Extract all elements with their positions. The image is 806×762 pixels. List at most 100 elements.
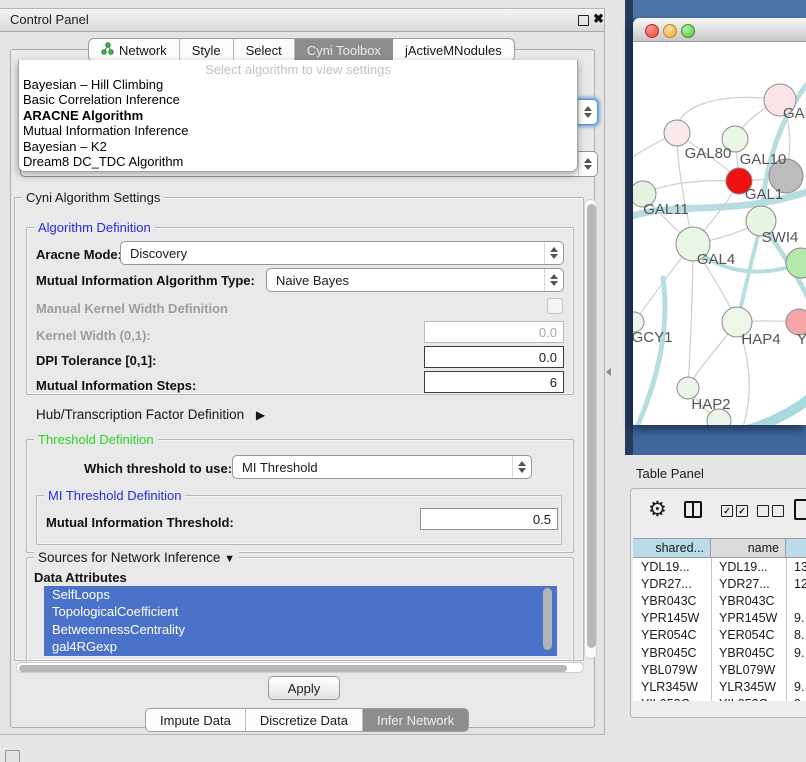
minimize-traffic-light-icon[interactable] xyxy=(663,24,677,38)
network-view-window[interactable]: GALGAL80GAL10GAL1GAL11SWI4GAL4GCY1HAP4YH… xyxy=(633,18,806,425)
tab-discretize-data[interactable]: Discretize Data xyxy=(246,709,363,731)
list-item[interactable]: TopologicalCoefficient xyxy=(44,603,557,620)
table-cell[interactable]: YLR345W xyxy=(633,678,711,695)
node-label: GAL1 xyxy=(745,186,783,203)
algorithm-option-bayesian-hill-climbing[interactable]: Bayesian – Hill Climbing xyxy=(19,77,577,92)
column-header-name[interactable]: name xyxy=(711,539,786,558)
tab-style[interactable]: Style xyxy=(180,39,234,61)
aracne-mode-label: Aracne Mode: xyxy=(36,247,122,262)
table-cell[interactable]: 9 xyxy=(786,696,806,701)
algorithm-definition-title: Algorithm Definition xyxy=(34,220,155,235)
tab-jactivemnodules[interactable]: jActiveMNodules xyxy=(393,39,514,61)
table-cell[interactable]: 8. xyxy=(786,627,806,644)
table-cell[interactable]: 9. xyxy=(786,678,806,695)
table-cell[interactable]: 9. xyxy=(786,610,806,627)
dpi-tolerance-field[interactable]: 0.0 xyxy=(424,346,564,368)
sources-title[interactable]: Sources for Network Inference ▼ xyxy=(34,550,239,565)
application-root: Control Panel ✖ Network xyxy=(0,0,806,762)
table-cell[interactable]: YBR043C xyxy=(711,592,786,609)
table-cell[interactable]: YER054C xyxy=(711,627,786,644)
tab-infer-network[interactable]: Infer Network xyxy=(363,709,468,731)
table-cell[interactable]: YPR145W xyxy=(633,610,711,627)
stepper-icon xyxy=(578,152,597,176)
gear-icon[interactable]: ⚙ xyxy=(648,497,667,522)
column-header-shared-name[interactable]: shared... xyxy=(633,539,711,558)
table-cell[interactable]: YBL079W xyxy=(711,661,786,678)
table-cell[interactable]: YER054C xyxy=(633,627,711,644)
network-window-titlebar[interactable] xyxy=(633,18,806,42)
table-cell[interactable]: 12 xyxy=(786,575,806,592)
hub-definition-toggle[interactable]: Hub/Transcription Factor Definition ▶ xyxy=(36,407,265,422)
manual-kernel-checkbox[interactable] xyxy=(547,298,563,314)
which-threshold-combobox[interactable]: MI Threshold xyxy=(232,455,532,479)
table-cell[interactable]: YBR043C xyxy=(633,592,711,609)
apply-button[interactable]: Apply xyxy=(268,676,340,700)
which-threshold-label: Which threshold to use: xyxy=(84,461,232,476)
table-cell[interactable] xyxy=(786,661,806,678)
table-cell[interactable]: YIL052C xyxy=(633,696,711,701)
control-panel-tabbar: Network Style Select Cyni Toolbox jActiv… xyxy=(88,38,515,62)
settings-hscrollbar-thumb[interactable] xyxy=(19,665,567,672)
table-panel-title: Table Panel xyxy=(636,466,704,481)
list-item[interactable]: SelfLoops xyxy=(44,586,557,603)
column-header-partial[interactable] xyxy=(786,539,806,558)
list-item[interactable]: BetweennessCentrality xyxy=(44,621,557,638)
data-attributes-list[interactable]: SelfLoops TopologicalCoefficient Between… xyxy=(44,586,557,656)
algorithm-option-mutual-information[interactable]: Mutual Information Inference xyxy=(19,123,577,138)
table-cell[interactable]: YIL052C xyxy=(711,696,786,701)
node-label: HAP4 xyxy=(741,331,780,348)
settings-vscrollbar-track[interactable] xyxy=(584,199,597,659)
node-table[interactable]: shared... name YDL19...YDL19...13YDR27..… xyxy=(633,538,806,701)
table-cell[interactable] xyxy=(786,592,806,609)
node-label: GCY1 xyxy=(633,329,672,346)
algorithm-dropdown-popup: Select algorithm to view settings Bayesi… xyxy=(18,60,578,172)
attribute-list-scrollbar-thumb[interactable] xyxy=(543,588,552,650)
deselect-all-checks-icon[interactable] xyxy=(757,505,784,517)
control-panel-title: Control Panel xyxy=(10,12,89,27)
table-cell[interactable]: YBR045C xyxy=(711,644,786,661)
network-node-gal80[interactable] xyxy=(664,120,690,146)
dpi-tolerance-label: DPI Tolerance [0,1]: xyxy=(36,353,156,368)
table-cell[interactable]: YLR345W xyxy=(711,678,786,695)
settings-vscrollbar-thumb[interactable] xyxy=(587,204,596,648)
close-traffic-light-icon[interactable] xyxy=(645,24,659,38)
table-cell[interactable]: YDL19... xyxy=(633,558,711,575)
list-item[interactable]: gal4RGexp xyxy=(44,638,557,655)
tab-impute-data[interactable]: Impute Data xyxy=(146,709,246,731)
columns-icon[interactable] xyxy=(684,501,702,518)
algorithm-option-basic-correlation[interactable]: Basic Correlation Inference xyxy=(19,92,577,107)
algorithm-option-aracne[interactable]: ARACNE Algorithm xyxy=(19,108,577,123)
table-cell[interactable]: YBR045C xyxy=(633,644,711,661)
threshold-definition-title: Threshold Definition xyxy=(34,432,158,447)
table-cell[interactable]: YDR27... xyxy=(711,575,786,592)
select-all-checks-icon[interactable]: ✓ ✓ xyxy=(721,505,748,517)
algorithm-option-dream8[interactable]: Dream8 DC_TDC Algorithm xyxy=(19,154,577,169)
table-cell[interactable]: YDR27... xyxy=(633,575,711,592)
table-cell[interactable]: 9. xyxy=(786,644,806,661)
mi-type-combobox[interactable]: Naive Bayes xyxy=(266,268,564,292)
tab-network[interactable]: Network xyxy=(89,39,180,61)
node-label: GAL80 xyxy=(685,145,732,162)
zoom-traffic-light-icon[interactable] xyxy=(681,24,695,38)
splitter-collapse-icon[interactable] xyxy=(606,368,611,376)
document-icon[interactable] xyxy=(794,499,806,520)
aracne-mode-combobox[interactable]: Discovery xyxy=(120,241,564,265)
table-cell[interactable]: YPR145W xyxy=(711,610,786,627)
settings-hscrollbar-track[interactable] xyxy=(16,662,584,673)
algorithm-option-bayesian-k2[interactable]: Bayesian – K2 xyxy=(19,139,577,154)
mi-threshold-field[interactable]: 0.5 xyxy=(420,508,558,530)
tab-cyni-toolbox[interactable]: Cyni Toolbox xyxy=(295,39,393,61)
bottom-tabbar: Impute Data Discretize Data Infer Networ… xyxy=(145,708,469,732)
table-cell[interactable]: YBL079W xyxy=(633,661,711,678)
network-node[interactable] xyxy=(786,248,806,278)
node-label: SWI4 xyxy=(762,229,799,246)
tab-select[interactable]: Select xyxy=(234,39,295,61)
kernel-width-field[interactable]: 0.0 xyxy=(424,321,564,343)
table-cell[interactable]: 13 xyxy=(786,558,806,575)
close-icon[interactable]: ✖ xyxy=(593,11,604,27)
docked-panel-icon[interactable] xyxy=(5,750,20,762)
network-canvas[interactable]: GALGAL80GAL10GAL1GAL11SWI4GAL4GCY1HAP4YH… xyxy=(633,42,806,425)
float-window-icon[interactable] xyxy=(578,15,589,26)
table-cell[interactable]: YDL19... xyxy=(711,558,786,575)
mi-steps-field[interactable]: 6 xyxy=(424,371,564,393)
